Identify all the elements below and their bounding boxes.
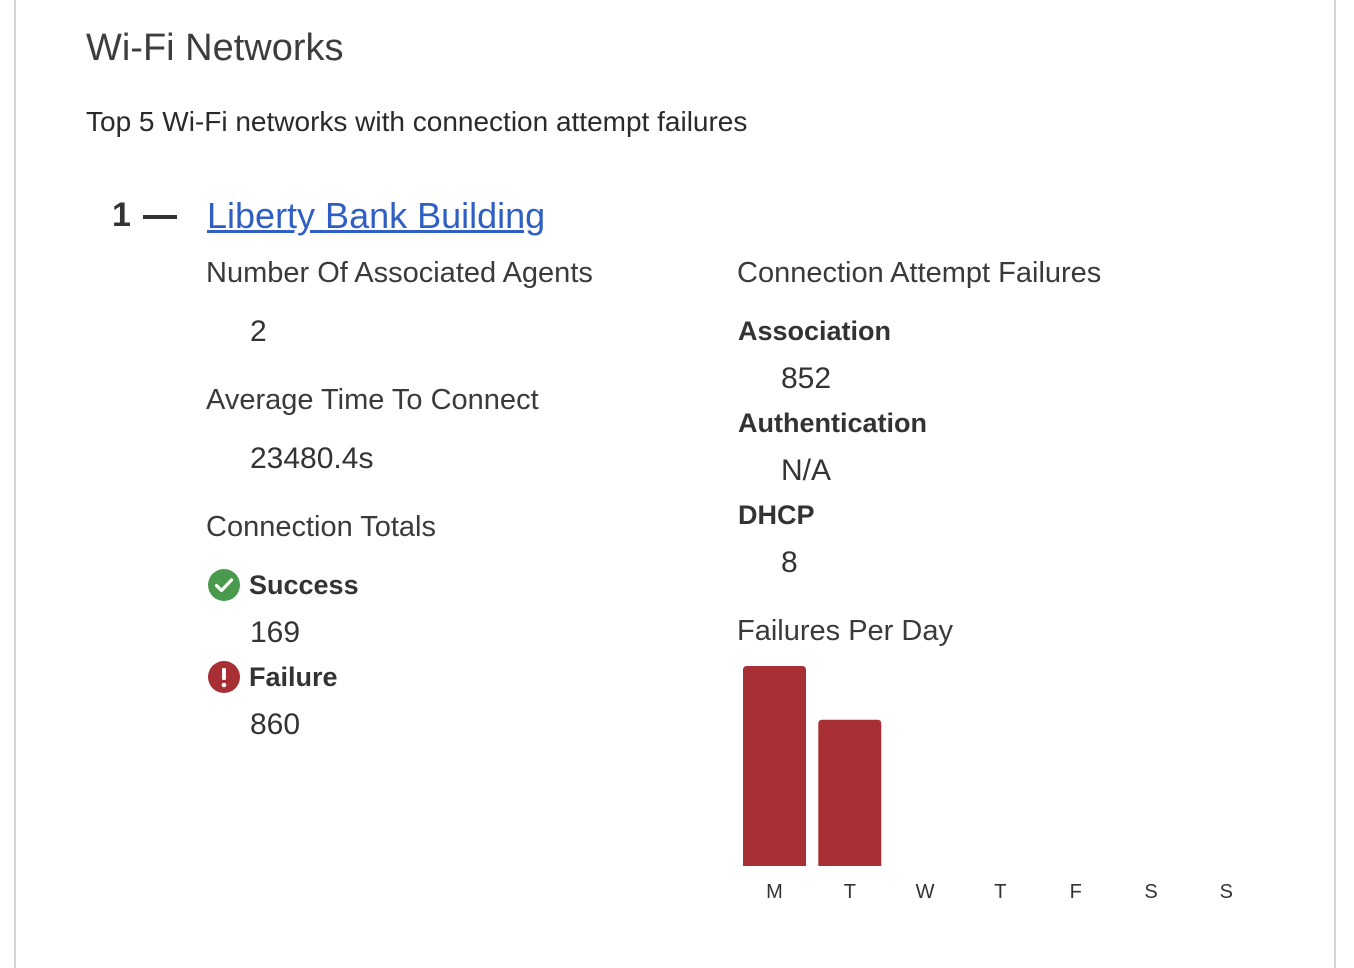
bar-0 <box>743 666 806 866</box>
rank-dash <box>143 215 177 219</box>
association-label: Association <box>738 316 892 346</box>
success-label: Success <box>249 570 359 600</box>
check-circle-icon <box>208 569 240 601</box>
authentication-value: N/A <box>781 454 832 487</box>
failure-label: Failure <box>249 662 338 692</box>
success-value: 169 <box>250 616 301 649</box>
day-label-3: T <box>994 881 1006 903</box>
failures-per-day-label: Failures Per Day <box>737 615 953 647</box>
avg-time-value: 23480.4s <box>250 442 374 475</box>
network-rank: 1 <box>112 196 131 234</box>
exclamation-circle-icon <box>208 661 240 693</box>
day-label-1: T <box>844 881 856 903</box>
authentication-label: Authentication <box>738 408 927 438</box>
day-label-4: F <box>1070 881 1082 903</box>
associated-agents-value: 2 <box>250 315 267 348</box>
failures-per-day-svg: MTWTFSS <box>743 666 1233 903</box>
page-subtitle: Top 5 Wi-Fi networks with connection att… <box>86 106 748 137</box>
failures-per-day-chart: MTWTFSS <box>736 660 1256 910</box>
day-label-2: W <box>916 881 935 903</box>
association-value: 852 <box>781 362 832 395</box>
connection-failures-label: Connection Attempt Failures <box>737 257 1102 289</box>
dhcp-label: DHCP <box>738 500 815 530</box>
day-label-5: S <box>1144 881 1157 903</box>
day-label-0: M <box>766 881 783 903</box>
bar-1 <box>818 719 882 866</box>
day-label-6: S <box>1220 881 1233 903</box>
page-title: Wi-Fi Networks <box>86 27 344 69</box>
network-name-link[interactable]: Liberty Bank Building <box>207 195 545 237</box>
connection-totals-label: Connection Totals <box>206 511 437 543</box>
dhcp-value: 8 <box>781 546 798 579</box>
avg-time-label: Average Time To Connect <box>206 384 539 416</box>
associated-agents-label: Number Of Associated Agents <box>206 257 593 289</box>
failure-value: 860 <box>250 708 301 741</box>
